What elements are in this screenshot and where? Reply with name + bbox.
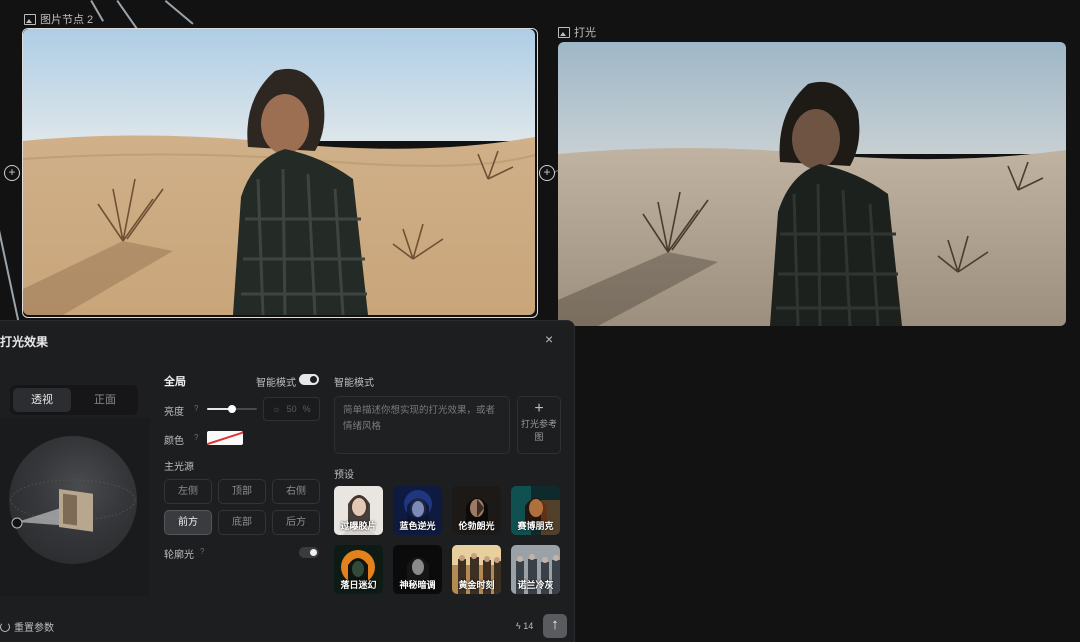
lightning-icon: ϟ — [516, 621, 521, 631]
brightness-label: 亮度 — [164, 407, 184, 418]
brightness-slider-thumb[interactable] — [228, 405, 236, 413]
node1-selection-frame — [22, 28, 538, 318]
brightness-input[interactable]: ☼ 50 % — [263, 397, 320, 421]
close-icon[interactable]: × — [545, 331, 553, 347]
preset-sunset-psychedelic[interactable]: 落日迷幻 — [334, 545, 383, 594]
plus-icon: + — [534, 400, 544, 417]
reset-params-button[interactable]: 重置参数 — [0, 619, 54, 634]
preset-nolan-cold-gray[interactable]: 诺兰冷灰 — [511, 545, 560, 594]
main-light-label: 主光源 — [164, 462, 194, 473]
preset-label: 赛博朋克 — [517, 521, 554, 531]
node1-label: 图片节点 2 — [24, 11, 93, 27]
rim-light-help-icon[interactable]: ? — [200, 547, 204, 556]
preset-blue-backlight[interactable]: 蓝色逆光 — [393, 486, 442, 535]
preset-golden-hour[interactable]: 黄金时刻 — [452, 545, 501, 594]
node2-image[interactable] — [558, 42, 1066, 326]
smart-section-label: 智能模式 — [334, 378, 374, 389]
preset-label: 落日迷幻 — [340, 580, 377, 590]
credit-cost: ϟ 14 — [516, 621, 533, 631]
tab-front[interactable]: 正面 — [76, 388, 134, 412]
ref-button-label: 打光参考图 — [520, 419, 557, 442]
brightness-value: 50 — [286, 404, 297, 414]
input-port[interactable]: + — [4, 165, 20, 181]
light-front-button[interactable]: 前方 — [164, 510, 212, 535]
connector-wire — [164, 0, 194, 25]
light-right-button[interactable]: 右侧 — [272, 479, 320, 504]
preset-overexposed-film[interactable]: 过曝胶片 — [334, 486, 383, 535]
brightness-help-icon[interactable]: ? — [194, 404, 198, 413]
section-global: 全局 — [164, 376, 186, 388]
light-sphere-overlay — [10, 479, 136, 532]
preset-label: 过曝胶片 — [340, 521, 377, 531]
connector-wire — [0, 230, 20, 321]
brightness-unit: % — [302, 404, 311, 414]
light-left-button[interactable]: 左侧 — [164, 479, 212, 504]
view-toggle: 透视 正面 — [10, 385, 138, 415]
light-back-button[interactable]: 后方 — [272, 510, 320, 535]
image-icon — [24, 13, 36, 25]
color-label: 颜色 — [164, 436, 184, 447]
lighting-reference-button[interactable]: + 打光参考图 — [517, 396, 561, 454]
rim-light-label: 轮廓光 — [164, 550, 194, 561]
color-swatch[interactable] — [207, 431, 243, 445]
lighting-description-input[interactable]: 简单描述你想实现的打光效果，或者情绪风格 — [334, 396, 510, 454]
preset-label: 伦勃朗光 — [458, 521, 495, 531]
light-top-button[interactable]: 顶部 — [218, 479, 266, 504]
output-port[interactable]: + — [539, 165, 555, 181]
image-icon — [558, 26, 570, 38]
preset-cyberpunk[interactable]: 赛博朋克 — [511, 486, 560, 535]
tab-perspective[interactable]: 透视 — [13, 388, 71, 412]
preset-mysterious-dark[interactable]: 神秘暗调 — [393, 545, 442, 594]
preset-label: 诺兰冷灰 — [517, 580, 554, 590]
light-bottom-button[interactable]: 底部 — [218, 510, 266, 535]
rim-light-toggle[interactable] — [299, 547, 319, 558]
preset-label: 神秘暗调 — [399, 580, 436, 590]
smart-mode-toggle[interactable] — [299, 374, 319, 385]
preset-label: 蓝色逆光 — [399, 521, 436, 531]
node2-label: 打光 — [558, 24, 596, 40]
generate-button[interactable]: ↑ — [543, 614, 567, 638]
panel-title: 打光效果 — [0, 335, 49, 349]
reset-icon — [0, 621, 10, 632]
preset-label: 黄金时刻 — [458, 580, 495, 590]
presets-label: 预设 — [334, 470, 354, 481]
preset-rembrandt[interactable]: 伦勃朗光 — [452, 486, 501, 535]
connector-wire — [116, 0, 138, 29]
sun-icon: ☼ — [272, 404, 281, 414]
smart-mode-label: 智能模式 — [256, 378, 296, 389]
cost-value: 14 — [523, 621, 534, 631]
reset-label: 重置参数 — [14, 623, 54, 634]
color-help-icon[interactable]: ? — [194, 433, 198, 442]
